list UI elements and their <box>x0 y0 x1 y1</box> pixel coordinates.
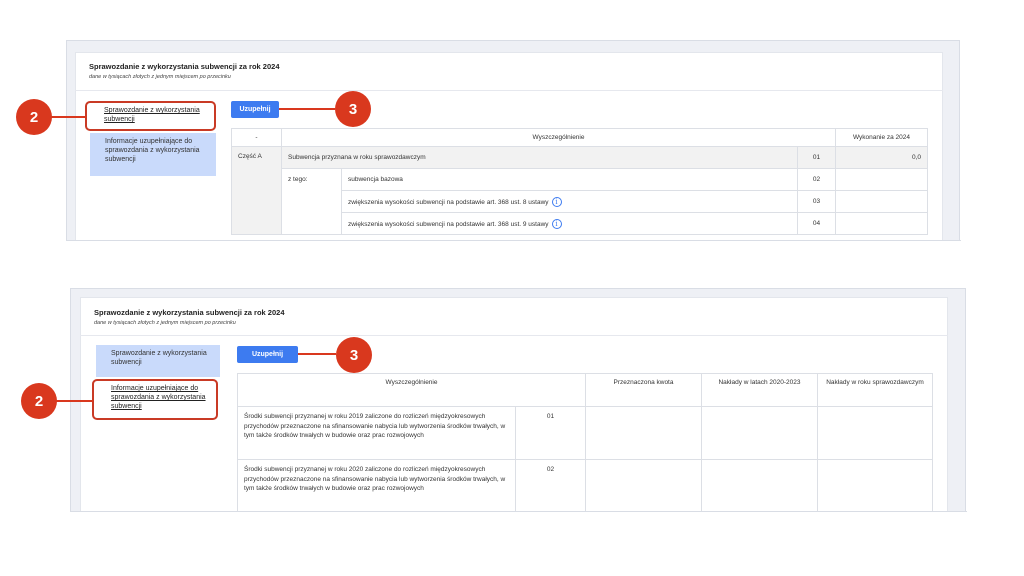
row-label: Subwencja przyznana w roku sprawozdawczy… <box>281 146 798 169</box>
row-label: zwiększenia wysokości subwencji na podst… <box>348 198 549 206</box>
callout-connector <box>56 400 93 402</box>
value-cell[interactable] <box>701 406 818 460</box>
highlight-sidebar-item <box>92 379 218 420</box>
column-header: - <box>231 128 282 147</box>
callout-connector <box>279 108 335 110</box>
panel-bottom-border <box>66 240 961 241</box>
row-label-cell: zwiększenia wysokości subwencji na podst… <box>341 212 798 235</box>
column-header: Wyszczególnienie <box>281 128 836 147</box>
row-number: 02 <box>515 459 586 513</box>
card-divider <box>75 90 943 91</box>
table-header-row: - Wyszczególnienie Wykonanie za 2024 <box>231 128 928 147</box>
row-label: Środki subwencji przyznanej w roku 2020 … <box>237 459 516 513</box>
fill-in-button[interactable]: Uzupełnij <box>231 101 279 118</box>
page-subtitle: dane w tysiącach złotych z jednym miejsc… <box>94 320 236 326</box>
table-row: Środki subwencji przyznanej w roku 2019 … <box>237 406 933 460</box>
value-cell[interactable] <box>835 212 928 235</box>
row-number: 04 <box>797 212 836 235</box>
panel-bottom-mask <box>66 512 970 576</box>
row-label: subwencja bazowa <box>341 168 798 191</box>
callout-connector <box>51 116 86 118</box>
callout-step-3: 3 <box>335 91 371 127</box>
table-header-row: Wyszczególnienie Przeznaczona kwota Nakł… <box>237 373 933 407</box>
info-icon[interactable]: i <box>551 218 562 229</box>
row-label: Środki subwencji przyznanej w roku 2019 … <box>237 406 516 460</box>
card-divider <box>80 335 948 336</box>
row-number: 01 <box>797 146 836 169</box>
value-cell[interactable] <box>817 406 933 460</box>
row-number: 03 <box>797 190 836 213</box>
highlight-sidebar-item <box>85 101 216 131</box>
value-cell[interactable]: 0,0 <box>835 146 928 169</box>
value-cell[interactable] <box>585 459 702 513</box>
callout-step-2: 2 <box>16 99 52 135</box>
page-title: Sprawozdanie z wykorzystania subwencji z… <box>89 62 280 71</box>
report-table: - Wyszczególnienie Wykonanie za 2024 Czę… <box>231 128 928 235</box>
callout-connector <box>298 353 336 355</box>
row-number: 02 <box>797 168 836 191</box>
panel-bottom-mask <box>66 241 966 281</box>
fill-in-button[interactable]: Uzupełnij <box>237 346 298 363</box>
value-cell[interactable] <box>701 459 818 513</box>
additional-info-table: Wyszczególnienie Przeznaczona kwota Nakł… <box>237 373 933 513</box>
subgroup-label: z tego: <box>281 168 342 235</box>
page-subtitle: dane w tysiącach złotych z jednym miejsc… <box>89 74 231 80</box>
row-label-cell: zwiększenia wysokości subwencji na podst… <box>341 190 798 213</box>
column-header: Wyszczególnienie <box>237 373 586 407</box>
callout-step-2: 2 <box>21 383 57 419</box>
column-header: Przeznaczona kwota <box>585 373 702 407</box>
table-row: Część A Subwencja przyznana w roku spraw… <box>231 146 928 235</box>
panel-bottom-border <box>70 511 967 512</box>
value-cell[interactable] <box>585 406 702 460</box>
row-number: 01 <box>515 406 586 460</box>
column-header: Wykonanie za 2024 <box>835 128 928 147</box>
column-header: Nakłady w latach 2020-2023 <box>701 373 818 407</box>
column-header: Nakłady w roku sprawozdawczym <box>817 373 933 407</box>
sidebar-item-report[interactable]: Sprawozdanie z wykorzystania subwencji <box>96 345 220 377</box>
value-cell[interactable] <box>835 190 928 213</box>
value-cell[interactable] <box>835 168 928 191</box>
row-label: zwiększenia wysokości subwencji na podst… <box>348 220 549 228</box>
info-icon[interactable]: i <box>551 196 562 207</box>
section-label: Część A <box>231 146 282 235</box>
table-row: z tego: subwencja bazowa 02 <box>232 168 928 235</box>
value-cell[interactable] <box>817 459 933 513</box>
callout-step-3: 3 <box>336 337 372 373</box>
table-row: Środki subwencji przyznanej w roku 2020 … <box>237 459 933 513</box>
page-title: Sprawozdanie z wykorzystania subwencji z… <box>94 308 285 317</box>
sidebar-item-additional-info[interactable]: Informacje uzupełniające do sprawozdania… <box>90 133 216 176</box>
